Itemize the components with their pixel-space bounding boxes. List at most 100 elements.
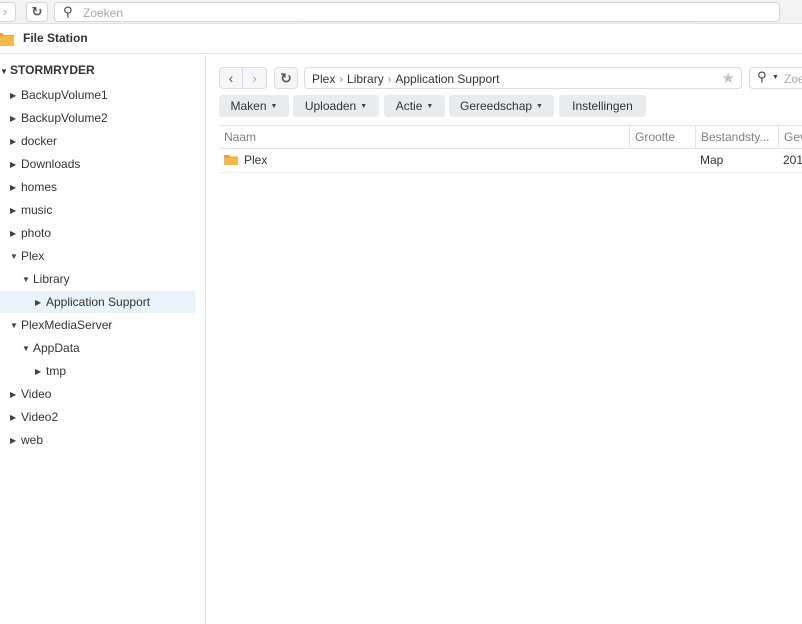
caret-right-icon[interactable]: ▶	[10, 154, 21, 176]
tree-item-web[interactable]: ▶ web	[10, 429, 43, 451]
caret-down-icon: ▼	[270, 103, 278, 110]
caret-down-icon[interactable]: ▼	[10, 315, 21, 337]
caret-right-icon[interactable]: ▶	[10, 85, 21, 107]
breadcrumb-item[interactable]: Plex	[312, 72, 335, 86]
refresh-icon: ↻	[280, 70, 292, 86]
caret-down-icon: ▼	[360, 103, 368, 110]
caret-down-icon[interactable]: ▼	[22, 338, 33, 360]
tools-button-label: Gereedschap	[460, 99, 533, 113]
settings-button-label: Instellingen	[572, 99, 633, 113]
forward-button[interactable]: ›	[243, 67, 267, 89]
tree-item-docker[interactable]: ▶ docker	[10, 130, 57, 152]
column-header-type[interactable]: Bestandsty...	[695, 126, 778, 148]
caret-right-icon[interactable]: ▶	[10, 131, 21, 153]
caret-right-icon[interactable]: ▶	[10, 223, 21, 245]
file-type-cell: Map	[700, 153, 724, 167]
tree-item-label: BackupVolume2	[21, 111, 108, 125]
create-button-label: Maken	[230, 99, 267, 113]
back-button[interactable]: ‹	[219, 67, 243, 89]
star-icon[interactable]: ★	[722, 69, 735, 87]
tree-item-plex[interactable]: ▼ Plex	[10, 245, 44, 267]
app-titlebar: File Station	[0, 24, 802, 54]
app-title: File Station	[23, 31, 88, 45]
file-browser-main: ‹ › ↻ Plex › Library › Application Support ★…	[207, 55, 802, 624]
browser-toolbar: › ↻ ⚲ Zoeken	[0, 0, 802, 24]
caret-down-icon[interactable]: ▼	[772, 74, 779, 81]
tree-item-label: photo	[21, 226, 52, 240]
file-search-input[interactable]: ⚲ ▼ Zoe	[749, 67, 802, 89]
tree-item-video[interactable]: ▶ Video	[10, 383, 51, 405]
tree-item-label: Application Support	[46, 295, 151, 309]
action-button-label: Actie	[395, 99, 423, 113]
tree-root[interactable]: ▼ STORMRYDER	[0, 63, 95, 83]
tree-item-label: docker	[21, 134, 58, 148]
file-name-cell: Plex	[219, 149, 629, 172]
caret-right-icon[interactable]: ▶	[10, 430, 21, 452]
caret-down-icon[interactable]: ▼	[0, 67, 10, 76]
tree-item-photo[interactable]: ▶ photo	[10, 222, 51, 244]
caret-right-icon[interactable]: ▶	[10, 384, 21, 406]
tree-item-label: PlexMediaServer	[21, 318, 113, 332]
tree-item-label: music	[21, 203, 53, 217]
tree-item-label: Video2	[21, 410, 59, 424]
tree-item-backupvolume1[interactable]: ▶ BackupVolume1	[10, 84, 108, 106]
chevron-right-icon: ›	[387, 74, 392, 86]
search-icon[interactable]: ⚲	[757, 69, 767, 85]
tree-item-label: Plex	[21, 249, 45, 263]
upload-button[interactable]: Uploaden ▼	[293, 95, 379, 117]
file-size-cell	[629, 149, 695, 172]
caret-right-icon[interactable]: ▶	[10, 200, 21, 222]
column-header-size[interactable]: Grootte	[629, 126, 695, 148]
action-button[interactable]: Actie ▼	[384, 95, 445, 117]
caret-right-icon[interactable]: ▶	[35, 292, 46, 314]
tree-item-tmp[interactable]: ▶ tmp	[35, 360, 66, 382]
caret-right-icon[interactable]: ▶	[35, 361, 46, 383]
tree-item-label: tmp	[46, 364, 67, 378]
tree-item-downloads[interactable]: ▶ Downloads	[10, 153, 80, 175]
chevron-right-icon: ›	[339, 74, 344, 86]
caret-right-icon[interactable]: ▶	[10, 108, 21, 130]
tree-item-label: Downloads	[21, 157, 81, 171]
tree-item-plexmediaserver[interactable]: ▼ PlexMediaServer	[10, 314, 112, 336]
file-station-icon	[0, 33, 14, 46]
caret-right-icon[interactable]: ▶	[10, 407, 21, 429]
tree-item-video2[interactable]: ▶ Video2	[10, 406, 58, 428]
tree-item-backupvolume2[interactable]: ▶ BackupVolume2	[10, 107, 108, 129]
caret-right-icon[interactable]: ▶	[10, 177, 21, 199]
tree-item-music[interactable]: ▶ music	[10, 199, 52, 221]
file-list-header: Naam Grootte Bestandsty... Gev	[219, 125, 802, 149]
caret-down-icon: ▼	[536, 103, 543, 110]
breadcrumb: Plex › Library › Application Support	[312, 72, 499, 86]
upload-button-label: Uploaden	[304, 99, 357, 113]
browser-reload-button[interactable]: ↻	[26, 2, 48, 22]
folder-icon	[224, 155, 238, 165]
breadcrumb-item[interactable]: Library	[347, 72, 384, 86]
tree-item-library[interactable]: ▼ Library	[22, 268, 70, 290]
tree-item-label: Video	[21, 387, 52, 401]
tree-item-application-support[interactable]: ▶ Application Support	[0, 291, 195, 313]
create-button[interactable]: Maken ▼	[219, 95, 289, 117]
refresh-button[interactable]: ↻	[274, 67, 298, 89]
file-search-placeholder: Zoe	[784, 72, 802, 86]
settings-button[interactable]: Instellingen	[559, 95, 646, 117]
tree-item-label: web	[21, 433, 44, 447]
breadcrumb-item[interactable]: Application Support	[395, 72, 499, 86]
column-header-modified[interactable]: Gev	[778, 126, 802, 148]
search-icon: ⚲	[63, 4, 73, 19]
tools-button[interactable]: Gereedschap ▼	[449, 95, 554, 117]
caret-down-icon[interactable]: ▼	[22, 269, 33, 291]
table-row[interactable]: Plex Map 201	[219, 149, 802, 173]
chevron-left-icon: ‹	[228, 70, 234, 86]
column-header-name[interactable]: Naam	[219, 126, 629, 148]
browser-forward-button[interactable]: ›	[0, 2, 16, 22]
tree-item-label: AppData	[33, 341, 80, 355]
tree-item-homes[interactable]: ▶ homes	[10, 176, 57, 198]
tree-item-label: BackupVolume1	[21, 88, 108, 102]
path-field[interactable]: Plex › Library › Application Support ★	[304, 67, 742, 89]
browser-search-placeholder: Zoeken	[83, 6, 124, 20]
browser-search-input[interactable]: ⚲ Zoeken	[54, 2, 780, 22]
folder-tree: ▼ STORMRYDER ▶ BackupVolume1 ▶ BackupVolume…	[0, 55, 206, 624]
tree-item-appdata[interactable]: ▼ AppData	[22, 337, 80, 359]
caret-down-icon: ▼	[426, 103, 434, 110]
caret-down-icon[interactable]: ▼	[10, 246, 21, 268]
